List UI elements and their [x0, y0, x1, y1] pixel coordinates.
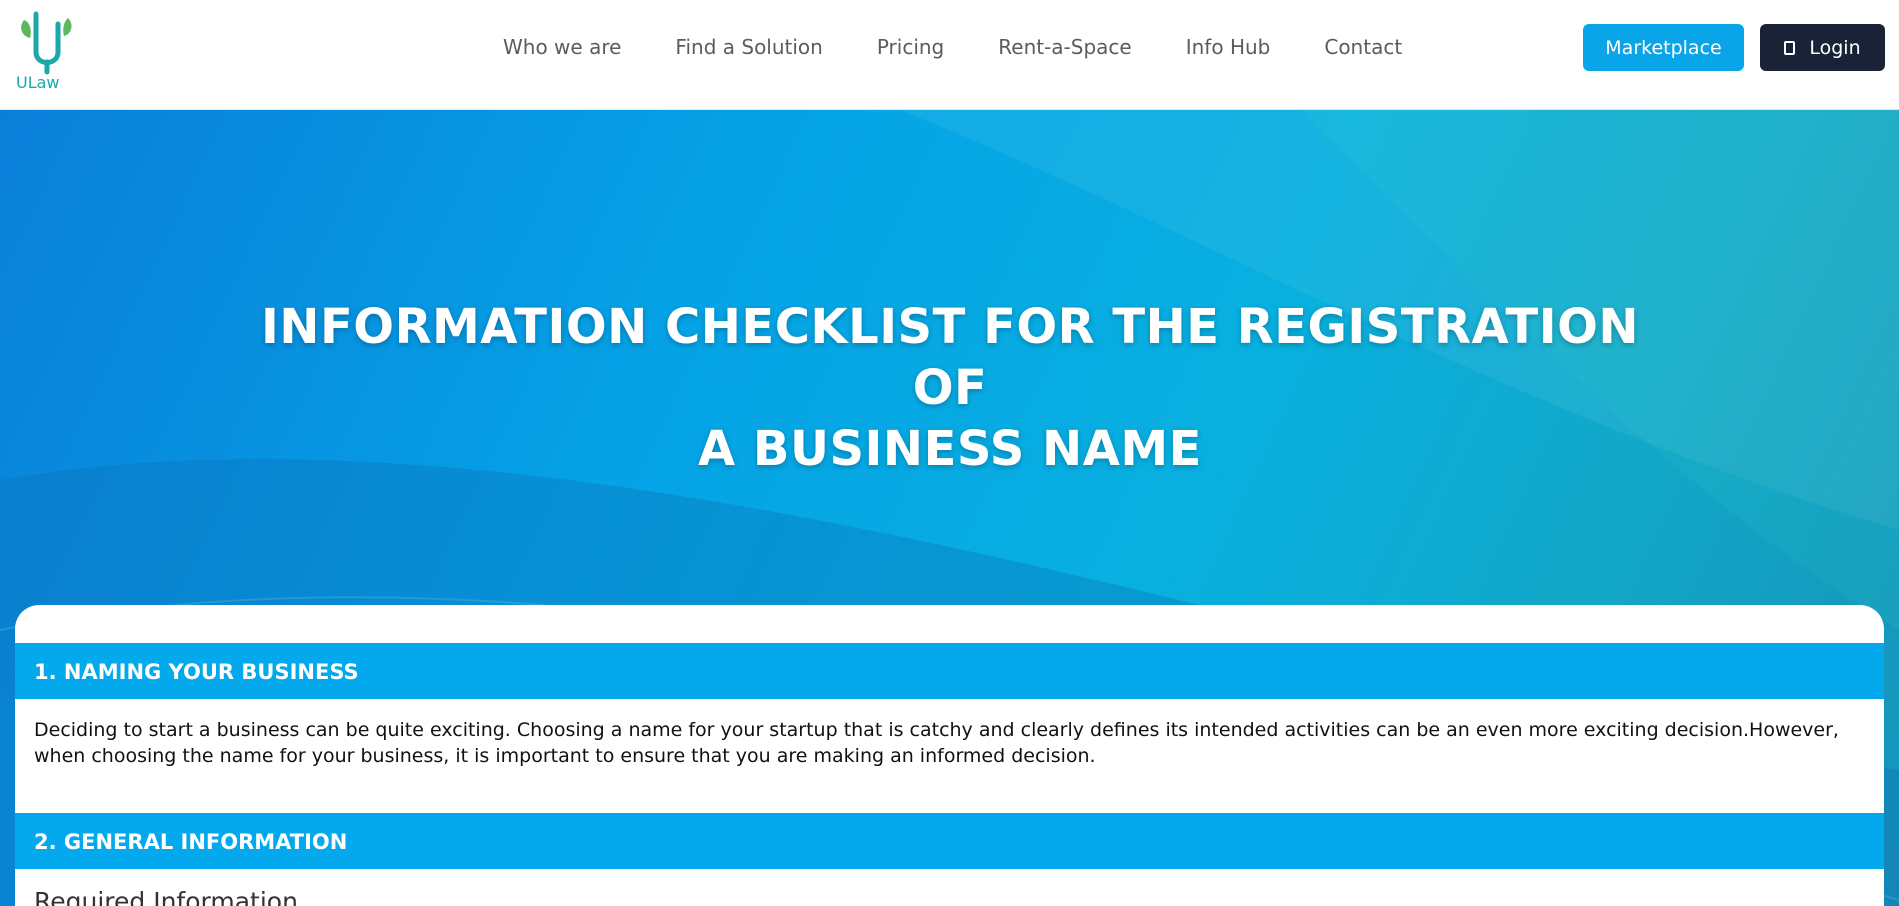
sub-heading: Required Information: [34, 887, 298, 906]
user-icon: [1784, 40, 1796, 55]
nav-contact[interactable]: Contact: [1324, 35, 1402, 59]
page-title-line2: A BUSINESS NAME: [698, 421, 1202, 477]
section-paragraph: Deciding to start a business can be quit…: [34, 719, 1839, 767]
page-title: INFORMATION CHECKLIST FOR THE REGISTRATI…: [250, 297, 1650, 480]
login-label: Login: [1809, 36, 1861, 59]
section-header-general: 2. GENERAL INFORMATION: [15, 813, 1884, 869]
marketplace-button[interactable]: Marketplace: [1583, 24, 1744, 71]
login-button[interactable]: Login: [1760, 24, 1885, 71]
nav-rent-a-space[interactable]: Rent-a-Space: [998, 35, 1131, 59]
main-nav: Who we are Find a Solution Pricing Rent-…: [503, 35, 1456, 59]
nav-who-we-are[interactable]: Who we are: [503, 35, 621, 59]
site-header: ULaw Who we are Find a Solution Pricing …: [0, 0, 1899, 110]
nav-info-hub[interactable]: Info Hub: [1186, 35, 1271, 59]
nav-find-a-solution[interactable]: Find a Solution: [675, 35, 822, 59]
logo-text: ULaw: [16, 73, 60, 92]
section-header-naming: 1. NAMING YOUR BUSINESS: [15, 643, 1884, 699]
nav-pricing[interactable]: Pricing: [877, 35, 944, 59]
content-card: 1. NAMING YOUR BUSINESS Deciding to star…: [15, 605, 1884, 906]
ulaw-logo-icon[interactable]: ULaw: [14, 8, 80, 94]
page-title-line1: INFORMATION CHECKLIST FOR THE REGISTRATI…: [260, 299, 1640, 416]
marketplace-label: Marketplace: [1605, 36, 1722, 59]
